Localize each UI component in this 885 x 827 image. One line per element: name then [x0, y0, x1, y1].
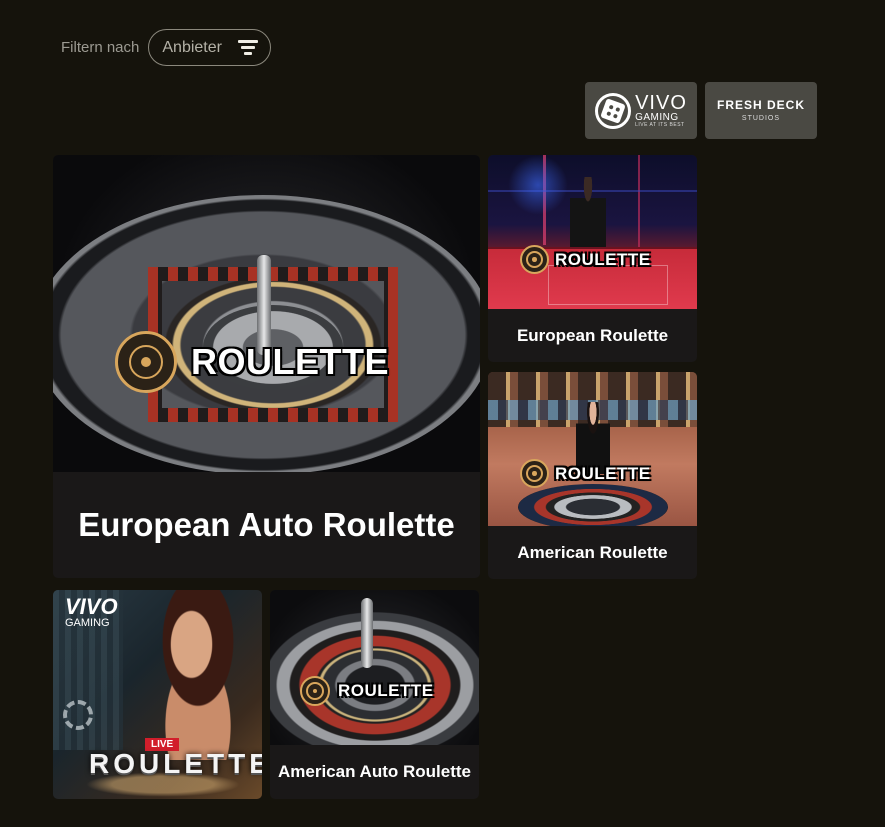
- provider-filter-label: Anbieter: [162, 38, 222, 56]
- vivo-logo-main: VIVO: [635, 92, 687, 114]
- game-title: American Roulette: [517, 542, 668, 562]
- game-title: American Auto Roulette: [277, 762, 471, 781]
- roulette-badge-text: ROULETTE: [191, 341, 389, 382]
- provider-logos: VIVO GAMING LIVE AT ITS BEST FRESH DECK …: [585, 82, 817, 139]
- roulette-wheel-icon: [520, 459, 549, 488]
- fresh-deck-logo-main: FRESH DECK: [716, 98, 805, 112]
- game-thumbnail: VIVO GAMING LIVE ROULETTE: [53, 590, 262, 799]
- woman-figure: [133, 590, 262, 760]
- game-thumbnail: ROULETTE: [488, 155, 697, 309]
- roulette-wheel-icon: [520, 245, 549, 274]
- fresh-deck-logo-sub: STUDIOS: [741, 115, 781, 122]
- roulette-badge-text: ROULETTE: [338, 681, 434, 700]
- game-thumbnail: ROULETTE: [53, 155, 480, 472]
- filter-bar: Filtern nach Anbieter: [61, 29, 271, 66]
- provider-filter-button[interactable]: Anbieter: [148, 29, 271, 66]
- game-tile-american-roulette[interactable]: ROULETTE American Roulette: [488, 372, 697, 579]
- provider-fresh-deck-studios[interactable]: FRESH DECK STUDIOS: [705, 82, 817, 139]
- roulette-wheel-icon: [300, 676, 330, 706]
- vivo-logo-tagline: LIVE AT ITS BEST: [635, 122, 685, 128]
- game-title: European Roulette: [516, 325, 669, 345]
- filter-icon: [237, 40, 258, 55]
- game-tile-european-auto-roulette[interactable]: ROULETTE European Auto Roulette: [53, 155, 480, 578]
- roulette-badge: ROULETTE: [300, 676, 434, 706]
- game-thumbnail: ROULETTE: [270, 590, 479, 745]
- fresh-deck-logo: FRESH DECK STUDIOS: [717, 99, 805, 122]
- vivo-art-logo-sub: GAMING: [65, 617, 110, 629]
- roulette-badge: ROULETTE: [115, 331, 389, 393]
- roulette-badge: ROULETTE: [520, 245, 651, 274]
- vivo-art-logo-main: VIVO: [65, 594, 118, 619]
- dice-icon: [595, 92, 632, 129]
- art-roulette-title: ROULETTE: [89, 748, 262, 779]
- roulette-badge-text: ROULETTE: [555, 249, 651, 269]
- roulette-badge-text: ROULETTE: [555, 463, 651, 483]
- game-tile-vivo-live-roulette[interactable]: VIVO GAMING LIVE ROULETTE: [53, 590, 262, 799]
- roulette-badge: ROULETTE: [520, 459, 651, 488]
- game-thumbnail: ROULETTE: [488, 372, 697, 526]
- game-tile-american-auto-roulette[interactable]: ROULETTE American Auto Roulette: [270, 590, 479, 799]
- game-tile-european-roulette[interactable]: ROULETTE European Roulette: [488, 155, 697, 362]
- filter-label: Filtern nach: [61, 39, 140, 56]
- game-title: European Auto Roulette: [53, 472, 480, 578]
- dealer-figure: [570, 177, 606, 252]
- game-lobby-page: Filtern nach Anbieter VIVO GAMING LIVE A…: [0, 0, 885, 827]
- provider-vivo-gaming[interactable]: VIVO GAMING LIVE AT ITS BEST: [585, 82, 697, 139]
- roulette-wheel-icon: [115, 331, 177, 393]
- vivo-gaming-logo: VIVO GAMING LIVE AT ITS BEST: [595, 92, 687, 129]
